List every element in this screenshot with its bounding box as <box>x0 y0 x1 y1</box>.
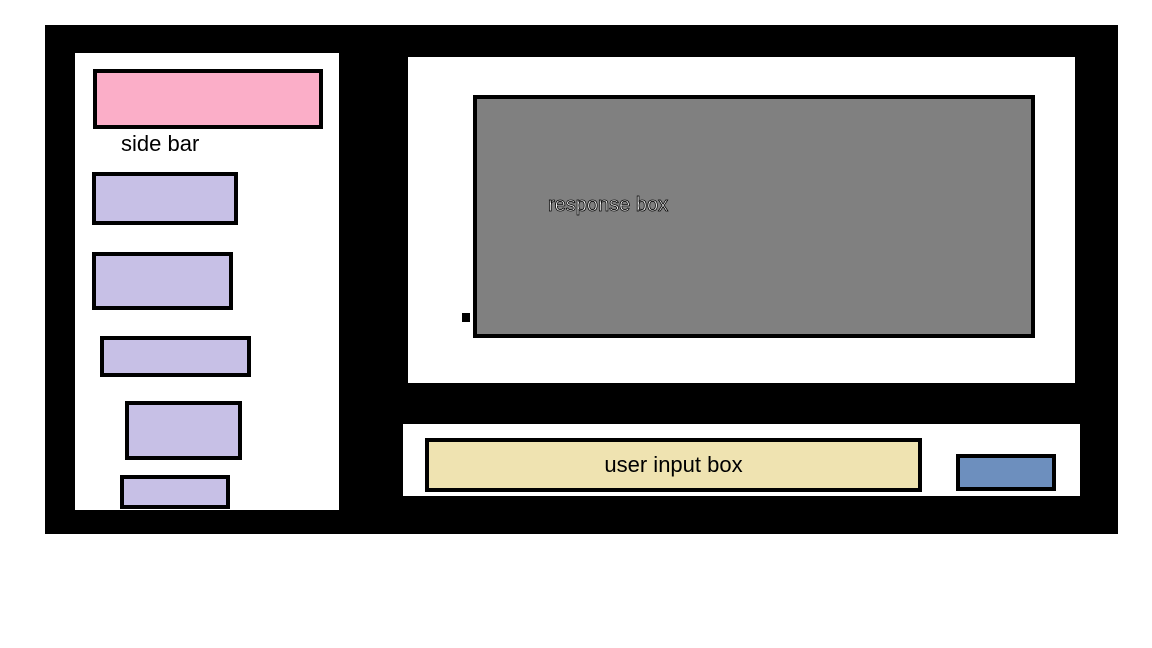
sidebar-item-3[interactable] <box>100 336 251 377</box>
sidebar-panel: side bar <box>75 53 339 510</box>
response-box-label: response box <box>548 194 669 217</box>
sidebar-item-5[interactable] <box>120 475 230 509</box>
sidebar-item-4[interactable] <box>125 401 242 460</box>
sidebar-item-2[interactable] <box>92 252 233 310</box>
send-button[interactable] <box>956 454 1056 491</box>
marker-square <box>462 313 470 322</box>
response-panel: response box <box>408 57 1075 383</box>
sidebar-label: side bar <box>121 131 200 156</box>
sidebar-item-1[interactable] <box>92 172 238 225</box>
user-input-label: user input box <box>604 452 743 477</box>
user-input-box[interactable]: user input box <box>425 438 922 492</box>
response-box: response box <box>473 95 1035 338</box>
sidebar-header-block <box>93 69 323 129</box>
app-frame: side bar response box user input box <box>45 25 1118 534</box>
input-panel: user input box <box>403 424 1080 496</box>
